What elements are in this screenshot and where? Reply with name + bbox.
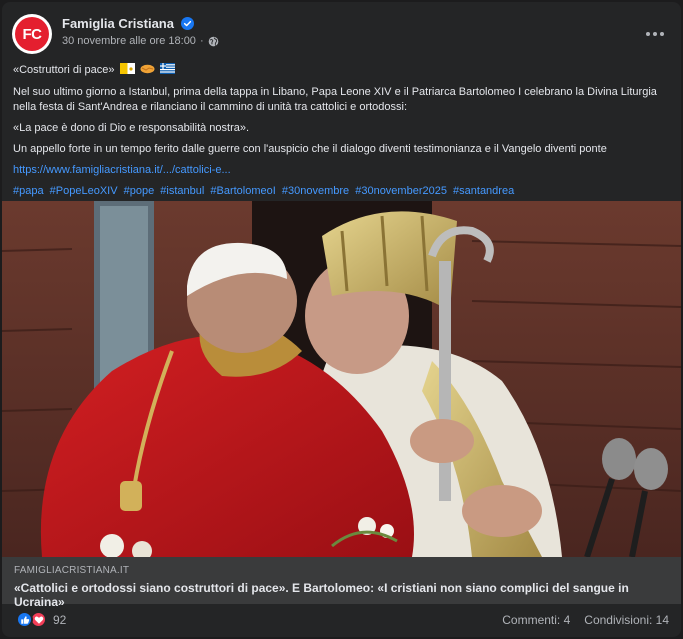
reaction-count: 92	[53, 612, 67, 627]
engagement-counts: Commenti: 4 Condivisioni: 14	[502, 613, 669, 627]
dot-icon	[660, 32, 664, 36]
avatar-logo: FC	[15, 17, 49, 51]
dot-icon	[653, 32, 657, 36]
like-reaction-icon	[16, 611, 33, 628]
more-options-button[interactable]	[644, 26, 666, 42]
greece-flag-icon	[159, 63, 175, 74]
dot-icon	[646, 32, 650, 36]
post-headline: «Costruttori di pace»	[13, 64, 115, 76]
hashtag[interactable]: #santandrea	[453, 185, 514, 197]
page-name[interactable]: Famiglia Cristiana	[62, 16, 174, 31]
verified-badge-icon	[180, 17, 194, 30]
vatican-flag-icon	[119, 63, 135, 74]
post-card: FC Famiglia Cristiana 30 novembre alle o…	[2, 2, 681, 637]
hashtag-list: #papa #PopeLeoXIV #pope #istanbul #Barto…	[13, 184, 669, 199]
post-text: «Costruttori di pace» Nel suo ultimo gio…	[13, 63, 669, 205]
globe-icon	[208, 36, 218, 46]
hashtag[interactable]: #30november2025	[355, 185, 447, 197]
hashtag[interactable]: #pope	[124, 185, 155, 197]
handshake-icon	[140, 64, 155, 74]
hashtag[interactable]: #istanbul	[160, 185, 204, 197]
post-quote: «La pace è dono di Dio e responsabilità …	[13, 122, 250, 134]
post-timestamp[interactable]: 30 novembre alle ore 18:00	[62, 35, 196, 47]
hashtag[interactable]: #papa	[13, 185, 44, 197]
hashtag[interactable]: #BartolomeoI	[210, 185, 275, 197]
comments-count[interactable]: Commenti: 4	[502, 613, 570, 627]
hashtag[interactable]: #PopeLeoXIV	[50, 185, 118, 197]
link-preview[interactable]: FAMIGLIACRISTIANA.IT «Cattolici e ortodo…	[2, 557, 681, 609]
post-paragraph-2: Un appello forte in un tempo ferito dall…	[13, 143, 607, 155]
post-footer: 92 Commenti: 4 Condivisioni: 14	[2, 604, 681, 637]
meta-separator: ·	[199, 35, 204, 47]
post-photo[interactable]	[2, 201, 681, 557]
reactions-summary[interactable]: 92	[16, 611, 66, 628]
shares-count[interactable]: Condivisioni: 14	[584, 613, 669, 627]
post-header: FC Famiglia Cristiana 30 novembre alle o…	[12, 14, 672, 58]
photo-illustration	[2, 201, 681, 557]
preview-domain: FAMIGLIACRISTIANA.IT	[14, 565, 130, 576]
post-link[interactable]: https://www.famigliacristiana.it/.../cat…	[13, 164, 231, 176]
post-meta: 30 novembre alle ore 18:00 ·	[62, 35, 219, 47]
page-name-row: Famiglia Cristiana	[62, 16, 194, 31]
page-avatar[interactable]: FC	[12, 14, 52, 54]
post-paragraph-1: Nel suo ultimo giorno a Istanbul, prima …	[13, 86, 657, 113]
hashtag[interactable]: #30novembre	[282, 185, 349, 197]
post-line1: «Costruttori di pace»	[13, 63, 669, 78]
